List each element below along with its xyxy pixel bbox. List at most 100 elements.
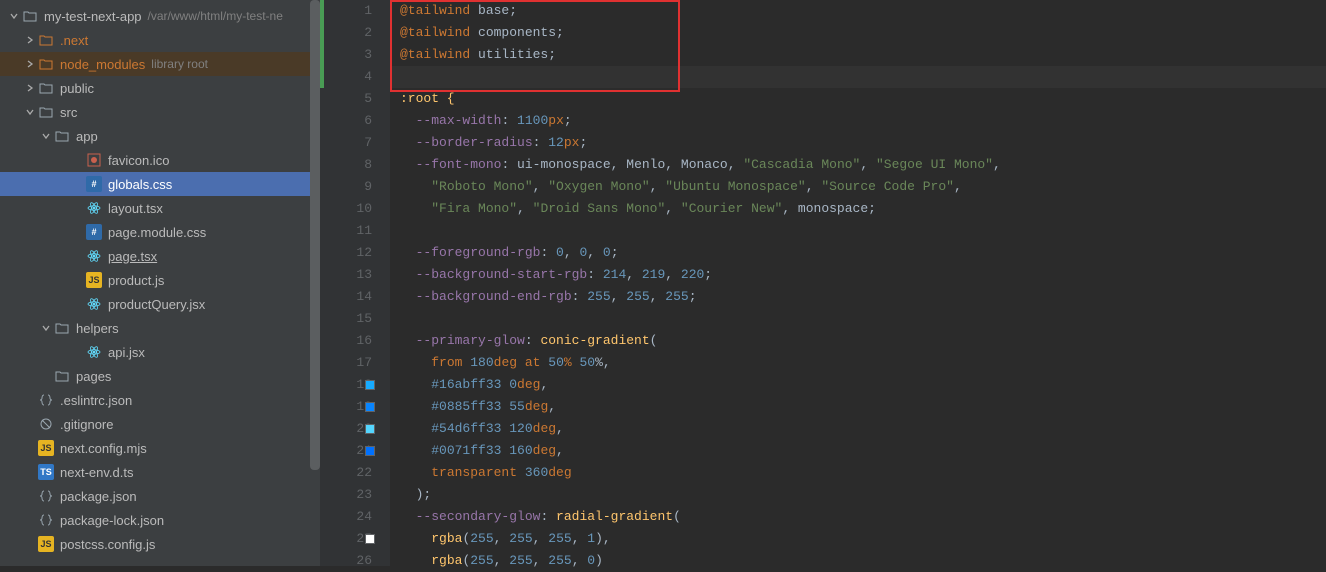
tree-label: public [60,81,94,96]
gutter-color-swatch[interactable] [365,446,375,456]
tree-folder-pages[interactable]: pages [0,364,320,388]
project-tree-sidebar[interactable]: my-test-next-app /var/www/html/my-test-n… [0,0,320,566]
gutter-color-swatch[interactable] [365,534,375,544]
spacer [24,514,36,526]
line-number: 21 [320,440,390,462]
code-line[interactable]: transparent 360deg [390,462,1326,484]
code-line[interactable]: #0071ff33 160deg, [390,440,1326,462]
tree-label: .next [60,33,88,48]
tree-file-eslintrc[interactable]: .eslintrc.json [0,388,320,412]
code-line[interactable] [390,308,1326,330]
tree-file-layout-tsx[interactable]: layout.tsx [0,196,320,220]
tree-label: api.jsx [108,345,145,360]
project-tree[interactable]: my-test-next-app /var/www/html/my-test-n… [0,0,320,560]
code-line[interactable]: --max-width: 1100px; [390,110,1326,132]
code-line[interactable]: --background-start-rgb: 214, 219, 220; [390,264,1326,286]
code-line[interactable]: :root { [390,88,1326,110]
css-file-icon: # [86,176,102,192]
code-line[interactable]: --background-end-rgb: 255, 255, 255; [390,286,1326,308]
tree-label: package-lock.json [60,513,164,528]
code-content[interactable]: @tailwind base; @tailwind components; @t… [390,0,1326,566]
react-file-icon [86,248,102,264]
tree-label: .gitignore [60,417,113,432]
line-number-gutter: 1234567891011121314151617181920212223242… [320,0,390,566]
tree-hint: library root [151,57,208,71]
code-line[interactable]: --foreground-rgb: 0, 0, 0; [390,242,1326,264]
folder-icon [54,368,70,384]
code-line[interactable]: "Roboto Mono", "Oxygen Mono", "Ubuntu Mo… [390,176,1326,198]
tree-project-root[interactable]: my-test-next-app /var/www/html/my-test-n… [0,4,320,28]
code-line[interactable]: @tailwind base; [390,0,1326,22]
tree-file-page-module-css[interactable]: # page.module.css [0,220,320,244]
code-line[interactable]: --border-radius: 12px; [390,132,1326,154]
code-line[interactable] [390,220,1326,242]
sidebar-scrollbar-thumb[interactable] [310,0,320,470]
tree-file-next-config[interactable]: JS next.config.mjs [0,436,320,460]
code-line[interactable]: @tailwind utilities; [390,44,1326,66]
tree-file-gitignore[interactable]: .gitignore [0,412,320,436]
code-line[interactable] [390,66,1326,88]
line-number: 6 [320,110,390,132]
tree-file-package-lock[interactable]: package-lock.json [0,508,320,532]
tree-folder-public[interactable]: public [0,76,320,100]
chevron-down-icon [40,322,52,334]
line-number: 12 [320,242,390,264]
spacer [72,178,84,190]
line-number: 9 [320,176,390,198]
tree-folder-src[interactable]: src [0,100,320,124]
spacer [72,226,84,238]
sidebar-scrollbar[interactable] [310,0,320,566]
chevron-right-icon [24,34,36,46]
code-line[interactable]: #0885ff33 55deg, [390,396,1326,418]
code-editor[interactable]: 1234567891011121314151617181920212223242… [320,0,1326,566]
line-number: 19 [320,396,390,418]
folder-icon [38,32,54,48]
chevron-down-icon [24,106,36,118]
tree-folder-app[interactable]: app [0,124,320,148]
tree-file-next-env[interactable]: TS next-env.d.ts [0,460,320,484]
json-file-icon [38,488,54,504]
tree-label: .eslintrc.json [60,393,132,408]
code-line[interactable]: --font-mono: ui-monospace, Menlo, Monaco… [390,154,1326,176]
tree-file-postcss-config[interactable]: JS postcss.config.js [0,532,320,556]
code-line[interactable]: ); [390,484,1326,506]
tree-folder-next[interactable]: .next [0,28,320,52]
line-number: 3 [320,44,390,66]
tree-file-product-query[interactable]: productQuery.jsx [0,292,320,316]
tree-file-product-js[interactable]: JS product.js [0,268,320,292]
gutter-color-swatch[interactable] [365,402,375,412]
tree-file-page-tsx[interactable]: page.tsx [0,244,320,268]
chevron-right-icon [24,58,36,70]
tree-file-favicon[interactable]: favicon.ico [0,148,320,172]
tree-label: favicon.ico [108,153,169,168]
spacer [72,274,84,286]
code-line[interactable]: #54d6ff33 120deg, [390,418,1326,440]
code-line[interactable]: "Fira Mono", "Droid Sans Mono", "Courier… [390,198,1326,220]
tree-label: page.tsx [108,249,157,264]
tree-file-package-json[interactable]: package.json [0,484,320,508]
line-number: 4 [320,66,390,88]
tree-label: pages [76,369,111,384]
line-number: 26 [320,550,390,572]
tree-folder-helpers[interactable]: helpers [0,316,320,340]
folder-icon [38,104,54,120]
tree-file-api-jsx[interactable]: api.jsx [0,340,320,364]
code-line[interactable]: rgba(255, 255, 255, 0) [390,550,1326,572]
tree-folder-node-modules[interactable]: node_modules library root [0,52,320,76]
code-line[interactable]: @tailwind components; [390,22,1326,44]
code-line[interactable]: --primary-glow: conic-gradient( [390,330,1326,352]
line-number: 22 [320,462,390,484]
line-number: 24 [320,506,390,528]
gitignore-icon [38,416,54,432]
tree-label: page.module.css [108,225,206,240]
code-line[interactable]: --secondary-glow: radial-gradient( [390,506,1326,528]
gutter-color-swatch[interactable] [365,424,375,434]
code-line[interactable]: #16abff33 0deg, [390,374,1326,396]
folder-icon [54,320,70,336]
code-line[interactable]: rgba(255, 255, 255, 1), [390,528,1326,550]
tree-label: src [60,105,77,120]
tree-file-globals-css[interactable]: # globals.css [0,172,320,196]
code-line[interactable]: from 180deg at 50% 50%, [390,352,1326,374]
tree-label: productQuery.jsx [108,297,205,312]
gutter-color-swatch[interactable] [365,380,375,390]
